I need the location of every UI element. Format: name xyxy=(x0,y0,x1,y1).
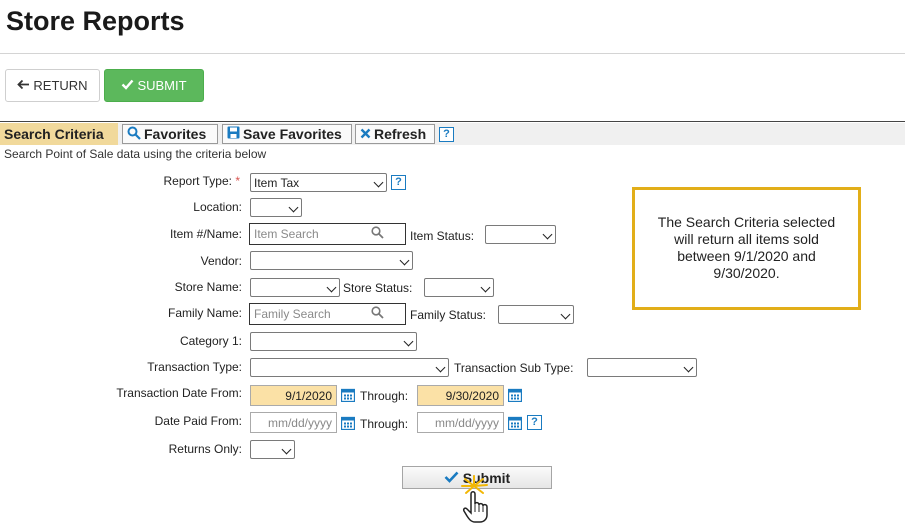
save-favorites-label: Save Favorites xyxy=(243,126,342,142)
title-divider xyxy=(0,53,905,54)
transaction-sub-type-label: Transaction Sub Type: xyxy=(454,361,574,375)
transaction-date-through-label: Through: xyxy=(360,389,409,403)
hand-pointer-icon xyxy=(461,475,488,523)
date-paid-from-input[interactable]: mm/dd/yyyy xyxy=(250,412,337,433)
help-icon[interactable]: ? xyxy=(439,127,454,142)
family-name-label: Family Name: xyxy=(167,306,242,320)
report-type-select[interactable]: Item Tax xyxy=(250,173,387,192)
store-name-label: Store Name: xyxy=(174,280,242,294)
return-button[interactable]: RETURN xyxy=(5,69,100,102)
close-icon xyxy=(360,126,371,142)
save-favorites-button[interactable]: Save Favorites xyxy=(222,124,352,144)
date-paid-help-icon[interactable]: ? xyxy=(527,415,542,430)
family-status-label: Family Status: xyxy=(410,308,487,322)
submit-button-label: SUBMIT xyxy=(137,78,187,93)
transaction-date-from-input[interactable]: 9/1/2020 xyxy=(250,385,337,406)
search-instructions: Search Point of Sale data using the crit… xyxy=(4,147,267,161)
store-status-select[interactable] xyxy=(424,278,494,297)
report-type-help-icon[interactable]: ? xyxy=(391,175,406,190)
vendor-label: Vendor: xyxy=(200,254,242,268)
transaction-date-from-label: Transaction Date From: xyxy=(116,386,242,400)
page-title: Store Reports xyxy=(6,6,185,36)
item-search-input[interactable]: Item Search xyxy=(249,223,406,245)
date-paid-from-label: Date Paid From: xyxy=(154,414,242,428)
search-icon xyxy=(127,126,141,143)
search-criteria-tab: Search Criteria xyxy=(0,123,118,145)
store-status-label: Store Status: xyxy=(343,281,413,295)
returns-only-select[interactable] xyxy=(250,440,295,459)
return-button-label: RETURN xyxy=(33,78,88,93)
search-toolbar: Search Criteria Favorites Save Favorites… xyxy=(0,123,905,145)
transaction-sub-type-select[interactable] xyxy=(587,358,697,377)
family-search-input[interactable]: Family Search xyxy=(249,303,406,325)
arrow-left-icon xyxy=(17,78,30,93)
search-icon xyxy=(371,226,384,242)
item-status-label: Item Status: xyxy=(410,229,475,243)
location-label: Location: xyxy=(193,200,242,214)
check-icon xyxy=(121,78,134,93)
favorites-label: Favorites xyxy=(144,126,207,142)
location-select[interactable] xyxy=(250,198,302,217)
save-icon xyxy=(227,126,240,142)
category-1-select[interactable] xyxy=(250,332,417,351)
transaction-date-through-input[interactable]: 9/30/2020 xyxy=(417,385,504,406)
date-paid-through-input[interactable]: mm/dd/yyyy xyxy=(417,412,504,433)
refresh-label: Refresh xyxy=(374,126,427,142)
calendar-icon[interactable] xyxy=(508,416,522,430)
report-type-label: Report Type: * xyxy=(163,174,241,188)
search-icon xyxy=(371,306,384,322)
calendar-icon[interactable] xyxy=(341,388,355,402)
calendar-icon[interactable] xyxy=(341,416,355,430)
refresh-button[interactable]: Refresh xyxy=(355,124,435,144)
item-status-select[interactable] xyxy=(485,225,556,244)
vendor-select[interactable] xyxy=(250,251,413,270)
callout-note: The Search Criteria selected will return… xyxy=(632,187,861,310)
transaction-type-label: Transaction Type: xyxy=(147,360,242,374)
family-status-select[interactable] xyxy=(498,305,574,324)
date-paid-through-label: Through: xyxy=(360,417,409,431)
returns-only-label: Returns Only: xyxy=(168,442,242,456)
favorites-button[interactable]: Favorites xyxy=(122,124,218,144)
item-name-label: Item #/Name: xyxy=(169,227,242,241)
submit-button-top[interactable]: SUBMIT xyxy=(104,69,204,102)
transaction-type-select[interactable] xyxy=(250,358,449,377)
toolbar-divider xyxy=(0,121,905,122)
category-1-label: Category 1: xyxy=(179,334,242,348)
required-marker: * xyxy=(235,174,240,188)
calendar-icon[interactable] xyxy=(508,388,522,402)
store-name-select[interactable] xyxy=(250,278,340,297)
